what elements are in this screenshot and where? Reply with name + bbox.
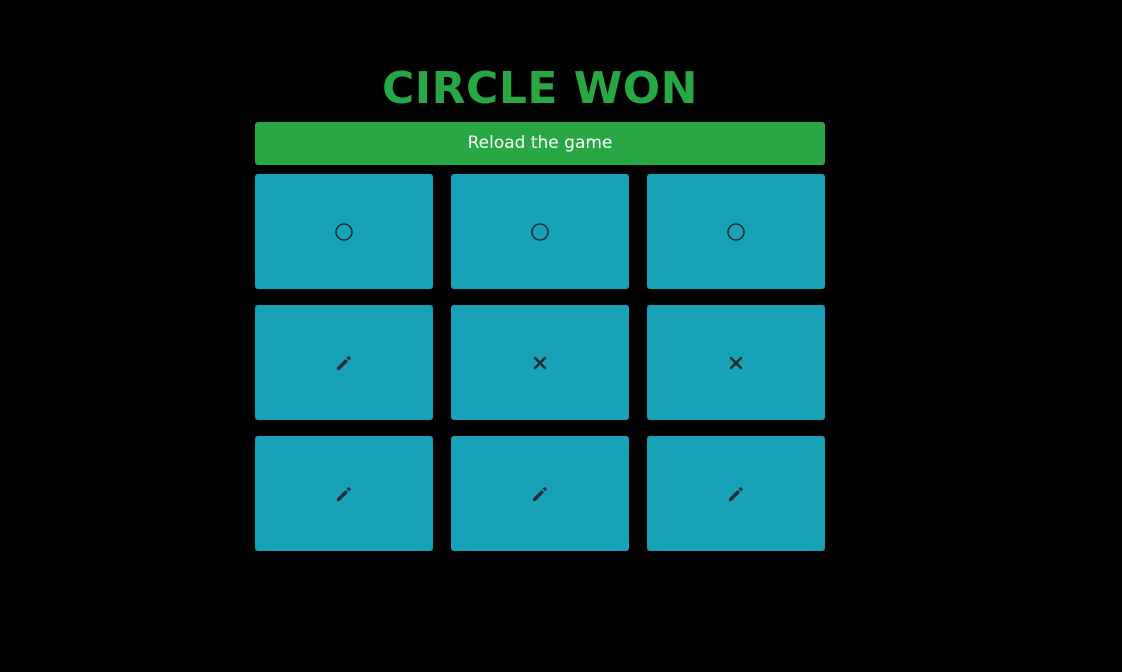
game-status-title: CIRCLE WON [381, 63, 698, 114]
cross-icon [533, 356, 547, 370]
circle-icon [334, 222, 354, 242]
cross-icon [729, 356, 743, 370]
game-board [255, 174, 825, 551]
pencil-icon [334, 484, 354, 504]
board-cell-r3c2[interactable] [451, 436, 629, 551]
game-container: CIRCLE WON Reload the game [255, 60, 825, 551]
pencil-icon [726, 484, 746, 504]
board-cell-r1c2[interactable] [451, 174, 629, 289]
board-cell-r3c3[interactable] [647, 436, 825, 551]
reload-game-button[interactable]: Reload the game [255, 122, 825, 165]
board-cell-r2c2[interactable] [451, 305, 629, 420]
board-cell-r2c1[interactable] [255, 305, 433, 420]
circle-icon [530, 222, 550, 242]
board-cell-r2c3[interactable] [647, 305, 825, 420]
board-cell-r1c3[interactable] [647, 174, 825, 289]
board-cell-r3c1[interactable] [255, 436, 433, 551]
circle-icon [726, 222, 746, 242]
board-cell-r1c1[interactable] [255, 174, 433, 289]
pencil-icon [334, 353, 354, 373]
pencil-icon [530, 484, 550, 504]
